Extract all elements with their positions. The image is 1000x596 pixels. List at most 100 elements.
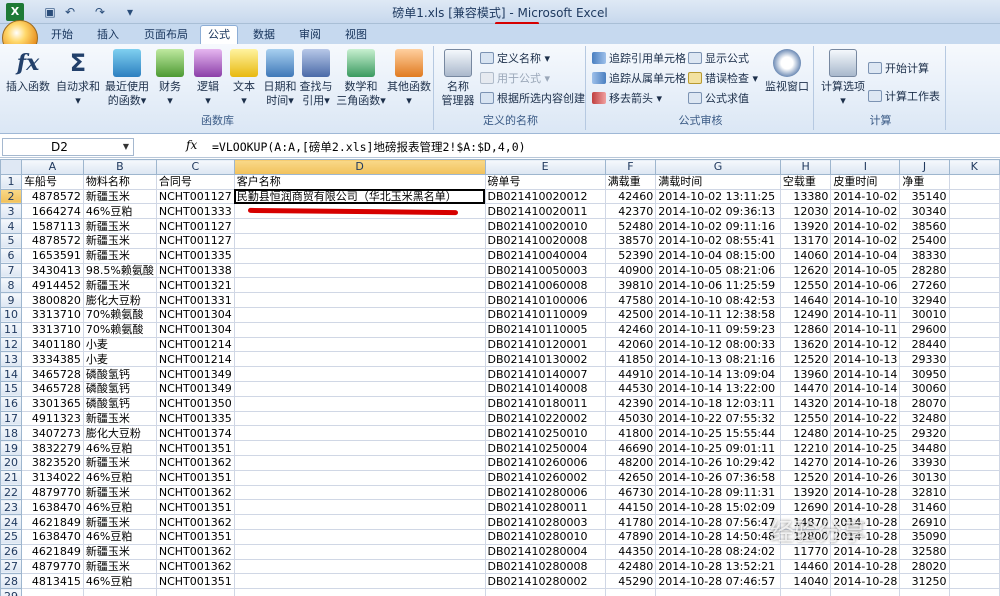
row-header[interactable]: 9 <box>0 292 22 308</box>
cell-c28[interactable]: NCHT001351 <box>155 573 235 590</box>
recent-functions-button[interactable]: 最近使用 的函数▾ <box>104 49 150 108</box>
cell-f24[interactable]: 41780 <box>604 514 657 530</box>
column-header-j[interactable]: J <box>899 159 950 175</box>
cell-c24[interactable]: NCHT001362 <box>155 514 235 530</box>
cell-k6[interactable] <box>948 247 1000 264</box>
row-header[interactable]: 6 <box>0 247 22 264</box>
cell-d24[interactable] <box>233 514 486 530</box>
cell-c23[interactable]: NCHT001351 <box>155 499 235 516</box>
cell-b1[interactable]: 物料名称 <box>82 173 157 190</box>
cell-k28[interactable] <box>948 573 1000 590</box>
row-header[interactable]: 3 <box>0 203 22 220</box>
cell-g8[interactable]: 2014-10-06 11:25:59 <box>655 277 781 294</box>
cell-c20[interactable]: NCHT001362 <box>155 454 235 471</box>
cell-i27[interactable]: 2014-10-28 <box>830 558 901 575</box>
tab-page-layout[interactable]: 页面布局 <box>136 26 196 44</box>
cell-c15[interactable]: NCHT001349 <box>155 380 235 397</box>
cell-c21[interactable]: NCHT001351 <box>155 469 235 486</box>
cell-a3[interactable]: 1664274 <box>20 203 84 220</box>
cell-k24[interactable] <box>948 514 1000 530</box>
row-header[interactable]: 12 <box>0 336 22 353</box>
cell-c9[interactable]: NCHT001331 <box>155 292 235 308</box>
cell-e11[interactable]: DB021410110005 <box>484 321 606 338</box>
cell-j13[interactable]: 29330 <box>899 351 950 368</box>
tab-formulas[interactable]: 公式 <box>200 25 238 45</box>
row-header[interactable]: 8 <box>0 277 22 294</box>
cell-i19[interactable]: 2014-10-25 <box>830 440 901 456</box>
cell-h3[interactable]: 12030 <box>779 203 832 220</box>
cell-f10[interactable]: 42500 <box>604 306 657 323</box>
cell-j20[interactable]: 33930 <box>899 454 950 471</box>
define-name-button[interactable]: 定义名称 ▾ <box>480 50 550 68</box>
cell-b9[interactable]: 膨化大豆粉 <box>82 292 157 308</box>
cell-h13[interactable]: 12520 <box>779 351 832 368</box>
cell-a26[interactable]: 4621849 <box>20 543 84 560</box>
cell-h19[interactable]: 12210 <box>779 440 832 456</box>
cell-j1[interactable]: 净重 <box>899 173 950 190</box>
cell-i5[interactable]: 2014-10-02 <box>830 232 901 249</box>
remove-arrows-button[interactable]: 移去箭头 ▾ <box>592 90 662 108</box>
cell-f20[interactable]: 48200 <box>604 454 657 471</box>
cell-d13[interactable] <box>233 351 486 368</box>
cell-j7[interactable]: 28280 <box>899 262 950 279</box>
cell-i8[interactable]: 2014-10-06 <box>830 277 901 294</box>
tab-data[interactable]: 数据 <box>246 26 282 44</box>
cell-e7[interactable]: DB021410050003 <box>484 262 606 279</box>
cell-d29[interactable] <box>233 588 486 596</box>
cell-c14[interactable]: NCHT001349 <box>155 366 235 382</box>
cell-c17[interactable]: NCHT001335 <box>155 410 235 427</box>
cell-b15[interactable]: 磷酸氢钙 <box>82 380 157 397</box>
cell-j11[interactable]: 29600 <box>899 321 950 338</box>
cell-i20[interactable]: 2014-10-26 <box>830 454 901 471</box>
trace-precedents-button[interactable]: 追踪引用单元格 <box>592 50 686 68</box>
row-header[interactable]: 16 <box>0 395 22 412</box>
insert-function-fx-icon[interactable]: fx <box>186 138 197 152</box>
financial-button[interactable]: 财务 ▾ <box>152 49 188 108</box>
cell-b17[interactable]: 新疆玉米 <box>82 410 157 427</box>
cell-c4[interactable]: NCHT001127 <box>155 218 235 234</box>
column-header-c[interactable]: C <box>155 159 235 175</box>
error-checking-button[interactable]: 错误检查 ▾ <box>688 70 758 88</box>
cell-a25[interactable]: 1638470 <box>20 528 84 545</box>
column-header-e[interactable]: E <box>484 159 606 175</box>
cell-j29[interactable] <box>899 588 950 596</box>
cell-b5[interactable]: 新疆玉米 <box>82 232 157 249</box>
cell-h18[interactable]: 12480 <box>779 425 832 442</box>
cell-j4[interactable]: 38560 <box>899 218 950 234</box>
cell-j2[interactable]: 35140 <box>899 188 950 205</box>
cell-d23[interactable] <box>233 499 486 516</box>
cell-e28[interactable]: DB021410280002 <box>484 573 606 590</box>
cell-k21[interactable] <box>948 469 1000 486</box>
cell-e6[interactable]: DB021410040004 <box>484 247 606 264</box>
cell-c18[interactable]: NCHT001374 <box>155 425 235 442</box>
cell-h5[interactable]: 13170 <box>779 232 832 249</box>
cell-c13[interactable]: NCHT001214 <box>155 351 235 368</box>
tab-review[interactable]: 审阅 <box>292 26 328 44</box>
cell-a9[interactable]: 3800820 <box>20 292 84 308</box>
cell-b27[interactable]: 新疆玉米 <box>82 558 157 575</box>
cell-f12[interactable]: 42060 <box>604 336 657 353</box>
cell-g3[interactable]: 2014-10-02 09:36:13 <box>655 203 781 220</box>
cell-g12[interactable]: 2014-10-12 08:00:33 <box>655 336 781 353</box>
cell-b19[interactable]: 46%豆粕 <box>82 440 157 456</box>
cell-c10[interactable]: NCHT001304 <box>155 306 235 323</box>
cell-e16[interactable]: DB021410180011 <box>484 395 606 412</box>
cell-j18[interactable]: 29320 <box>899 425 950 442</box>
cell-d4[interactable] <box>233 218 486 234</box>
cell-h9[interactable]: 14640 <box>779 292 832 308</box>
cell-d18[interactable] <box>233 425 486 442</box>
tab-view[interactable]: 视图 <box>338 26 374 44</box>
cell-g26[interactable]: 2014-10-28 08:24:02 <box>655 543 781 560</box>
cell-h27[interactable]: 14460 <box>779 558 832 575</box>
cell-f11[interactable]: 42460 <box>604 321 657 338</box>
cell-f27[interactable]: 42480 <box>604 558 657 575</box>
cell-e18[interactable]: DB021410250010 <box>484 425 606 442</box>
cell-f3[interactable]: 42370 <box>604 203 657 220</box>
cell-i7[interactable]: 2014-10-05 <box>830 262 901 279</box>
cell-b12[interactable]: 小麦 <box>82 336 157 353</box>
cell-g1[interactable]: 满载时间 <box>655 173 781 190</box>
use-in-formula-button[interactable]: 用于公式 ▾ <box>480 70 550 88</box>
row-header[interactable]: 15 <box>0 380 22 397</box>
cell-f7[interactable]: 40900 <box>604 262 657 279</box>
cell-j26[interactable]: 32580 <box>899 543 950 560</box>
